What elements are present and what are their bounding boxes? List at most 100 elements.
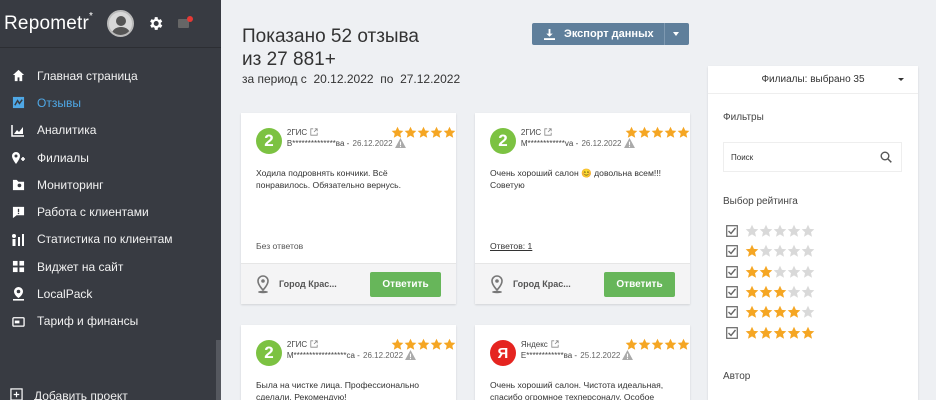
rating-filter-row[interactable] [726, 322, 815, 342]
rating-filter-row[interactable] [726, 302, 815, 322]
search-label: Поиск [731, 152, 754, 162]
sidebar-header: Repometr* [0, 0, 221, 48]
star-filled-icon [391, 338, 404, 350]
star-filled-icon [759, 265, 773, 278]
add-project-label: Добавить проект [34, 389, 128, 400]
answers-link[interactable]: Ответов: 1 [490, 241, 532, 251]
warning-icon[interactable] [405, 350, 417, 360]
2gis-logo-icon: 2 [256, 340, 282, 366]
export-button[interactable]: Экспорт данных [532, 23, 689, 45]
date-from[interactable]: 20.12.2022 [313, 72, 373, 86]
search-icon[interactable] [880, 151, 892, 163]
star-filled-icon [651, 338, 664, 350]
analytics-icon [10, 122, 26, 138]
star-empty-icon [801, 224, 815, 237]
logo[interactable]: Repometr* [4, 11, 93, 35]
sidebar-item-home[interactable]: Главная страница [0, 62, 221, 89]
rating-filter-row[interactable] [726, 241, 815, 261]
tariff-icon [10, 313, 26, 329]
star-filled-icon [787, 326, 801, 339]
review-date: 26.12.2022 [352, 138, 393, 148]
notification-badge [187, 15, 194, 22]
rating-filter-row[interactable] [726, 282, 815, 302]
star-filled-icon [677, 338, 690, 350]
sidebar-item-tariff[interactable]: Тариф и финансы [0, 308, 221, 335]
review-date: 25.12.2022 [580, 350, 621, 360]
branches-select[interactable]: Филиалы: выбрано 35 [708, 66, 918, 94]
star-filled-icon [745, 326, 759, 339]
source-name: 2ГИС [286, 339, 308, 349]
sidebar-item-clients[interactable]: Работа с клиентами [0, 198, 221, 225]
checkbox-checked-icon[interactable] [726, 326, 738, 339]
author-name: Е************ва [520, 350, 573, 360]
star-filled-icon [664, 338, 677, 350]
search-input[interactable]: Поиск [723, 142, 902, 172]
star-filled-icon [391, 126, 404, 138]
star-empty-icon [787, 265, 801, 278]
sidebar-item-client-stats[interactable]: Статистика по клиентам [0, 226, 221, 253]
star-empty-icon [801, 285, 815, 298]
external-link-icon[interactable] [551, 340, 559, 348]
star-filled-icon [759, 306, 773, 319]
notification-icon[interactable] [177, 15, 194, 32]
external-link-icon[interactable] [310, 340, 318, 348]
checkbox-checked-icon[interactable] [726, 286, 738, 298]
external-link-icon[interactable] [544, 128, 552, 136]
reply-button[interactable]: Ответить [604, 272, 675, 297]
external-link-icon[interactable] [310, 128, 318, 136]
branch-name: Город Крас... [279, 279, 337, 289]
review-card: 2 2ГИС М************va - 26.12.2022 Очен… [475, 113, 690, 304]
sidebar-item-label: Виджет на сайт [37, 259, 124, 274]
star-filled-icon [664, 126, 677, 138]
source-name: 2ГИС [286, 127, 308, 137]
reply-button[interactable]: Ответить [370, 272, 441, 297]
answers-count: Без ответов [256, 241, 304, 251]
warning-icon[interactable] [394, 138, 406, 148]
star-filled-icon [759, 326, 773, 339]
period-text: за период с 20.12.2022 по 27.12.2022 [242, 72, 461, 86]
author-name: М************va [520, 138, 574, 148]
warning-icon[interactable] [622, 350, 634, 360]
warning-icon[interactable] [623, 138, 635, 148]
chevron-down-icon [898, 78, 904, 81]
add-project-button[interactable]: Добавить проект [10, 388, 128, 400]
sidebar-item-monitoring[interactable]: Мониторинг [0, 171, 221, 198]
avatar[interactable] [107, 10, 135, 37]
sidebar-item-label: Мониторинг [37, 177, 104, 192]
home-icon [10, 68, 26, 84]
sidebar-scrollbar[interactable] [216, 340, 221, 400]
star-filled-icon [773, 285, 787, 298]
gear-icon[interactable] [146, 15, 164, 33]
star-empty-icon [801, 265, 815, 278]
star-filled-icon [745, 285, 759, 298]
export-caret-icon[interactable] [673, 32, 679, 36]
star-filled-icon [443, 126, 456, 138]
rating-stars [625, 126, 690, 139]
download-icon [544, 28, 555, 40]
review-text: Была на чистке лица. Профессионально сде… [256, 380, 420, 400]
sidebar-item-analytics[interactable]: Аналитика [0, 117, 221, 144]
yandex-logo-icon: Я [490, 340, 516, 366]
checkbox-checked-icon[interactable] [726, 265, 738, 278]
rating-filter-row[interactable] [726, 221, 815, 241]
star-empty-icon [745, 224, 759, 237]
sidebar-item-widget[interactable]: Виджет на сайт [0, 253, 221, 280]
star-filled-icon [430, 338, 443, 350]
checkbox-checked-icon[interactable] [726, 306, 738, 319]
star-filled-icon [773, 326, 787, 339]
checkbox-checked-icon[interactable] [726, 225, 738, 238]
sidebar-nav: Главная страница Отзывы Аналитика Филиал… [0, 62, 221, 335]
star-filled-icon [759, 285, 773, 298]
rating-filter-title: Выбор рейтинга [723, 196, 798, 207]
sidebar-item-reviews[interactable]: Отзывы [0, 89, 221, 116]
star-filled-icon [404, 338, 417, 350]
sidebar-item-branches[interactable]: Филиалы [0, 144, 221, 171]
date-to[interactable]: 27.12.2022 [400, 72, 460, 86]
sidebar-item-localpack[interactable]: LocalPack [0, 280, 221, 307]
rating-stars [625, 338, 690, 351]
rating-filter-row[interactable] [726, 262, 815, 282]
star-empty-icon [773, 224, 787, 237]
checkbox-checked-icon[interactable] [726, 245, 738, 258]
client-stats-icon [10, 231, 26, 247]
star-filled-icon [443, 338, 456, 350]
